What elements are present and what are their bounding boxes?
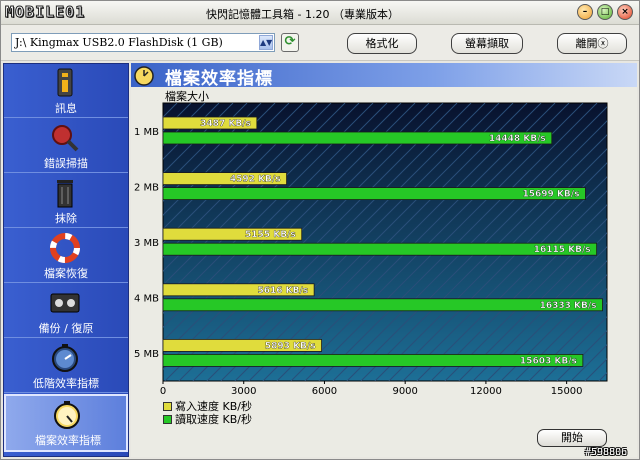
data-label: 16333 KB/s [540, 301, 597, 311]
lifebuoy-icon [50, 233, 80, 263]
panel-header: 檔案效率指標 [131, 63, 637, 89]
legend-item-write: 寫入速度 KB/秒 [163, 400, 252, 413]
page-title: 檔案效率指標 [165, 69, 273, 89]
x-tick-label: 6000 [312, 386, 337, 397]
title-bar[interactable]: MOBILE01 快閃記憶體工具箱 - 1.20 （專業版本） – □ × [1, 1, 639, 25]
data-label: 15699 KB/s [523, 190, 580, 200]
watermark: #598806 [585, 447, 628, 458]
sidebar-item-info[interactable]: 訊息 [4, 64, 128, 118]
legend-swatch-write [163, 402, 172, 411]
tape-icon [50, 293, 80, 313]
start-button[interactable]: 開始 [537, 429, 607, 447]
data-label: 3487 KB/s [200, 119, 251, 129]
legend-item-read: 讀取速度 KB/秒 [163, 413, 252, 426]
sidebar-item-backup-restore[interactable]: 備份 / 復原 [4, 284, 128, 338]
sidebar-item-error-scan[interactable]: 錯誤掃描 [4, 119, 128, 173]
category-label: 3 MB [134, 238, 159, 249]
category-label: 5 MB [134, 349, 159, 360]
sidebar-item-label: 檔案恢復 [44, 267, 88, 280]
legend-label-read: 讀取速度 KB/秒 [175, 413, 252, 426]
category-label: 1 MB [134, 127, 159, 138]
x-tick-label: 12000 [470, 386, 502, 397]
data-label: 4592 KB/s [230, 175, 281, 185]
drive-select[interactable]: J:\ Kingmax USB2.0 FlashDisk (1 GB) ▲▼ [11, 33, 275, 52]
data-label: 16115 KB/s [534, 245, 591, 255]
data-label: 14448 KB/s [489, 134, 546, 144]
chevron-down-icon[interactable]: ▲▼ [259, 35, 273, 50]
sidebar-item-file-recovery[interactable]: 檔案恢復 [4, 229, 128, 283]
x-tick-label: 15000 [551, 386, 583, 397]
stopwatch-icon [52, 344, 78, 372]
close-button[interactable]: × [617, 4, 633, 20]
read-speed-bar [162, 298, 603, 312]
sidebar-item-erase[interactable]: 抹除 [4, 174, 128, 228]
magnifier-icon [52, 125, 79, 152]
window-title: 快閃記憶體工具箱 - 1.20 （專業版本） [206, 8, 399, 21]
sidebar-item-label: 抹除 [55, 212, 77, 225]
x-tick-label: 9000 [392, 386, 417, 397]
chart-legend: 寫入速度 KB/秒 讀取速度 KB/秒 [163, 400, 252, 426]
sidebar-item-label: 備份 / 復原 [38, 322, 94, 335]
info-icon [57, 68, 73, 97]
read-speed-bar [162, 242, 598, 256]
sidebar-item-label: 訊息 [55, 102, 77, 115]
toolbar: J:\ Kingmax USB2.0 FlashDisk (1 GB) ▲▼ ⟳… [1, 25, 639, 61]
x-tick-label: 3000 [231, 386, 256, 397]
benchmark-chart: 1 MB 3487 KB/s 14448 KB/s 2 MB 4592 KB/s 1569… [134, 102, 608, 397]
sidebar-item-label: 低階效率指標 [33, 377, 99, 390]
maximize-button[interactable]: □ [597, 4, 613, 20]
screen-capture-button[interactable]: 螢幕擷取 [451, 33, 523, 54]
legend-label-write: 寫入速度 KB/秒 [175, 400, 252, 413]
mobile01-logo: MOBILE01 [4, 3, 86, 22]
refresh-button[interactable]: ⟳ [281, 33, 299, 52]
sidebar-item-low-level-benchmark[interactable]: 低階效率指標 [4, 339, 128, 393]
category-label: 4 MB [134, 294, 159, 305]
legend-swatch-read [163, 415, 172, 424]
main-panel: 檔案效率指標 檔案大小 1 MB 3487 KB/s 14448 KB/s 2 MB 4… [131, 63, 637, 457]
stopwatch-icon [54, 401, 80, 429]
trash-icon [57, 180, 73, 208]
refresh-icon: ⟳ [284, 34, 296, 49]
sidebar: 訊息 錯誤掃描 抹除 檔案恢復 備份 / 復原 低階效率指標 檔案效率指標 [3, 63, 129, 457]
data-label: 5893 KB/s [265, 341, 316, 351]
category-label: 2 MB [134, 182, 159, 193]
minimize-button[interactable]: – [577, 4, 593, 20]
sidebar-item-label: 錯誤掃描 [44, 157, 88, 170]
data-label: 5155 KB/s [245, 230, 296, 240]
drive-select-value: J:\ Kingmax USB2.0 FlashDisk (1 GB) [15, 36, 223, 49]
format-button[interactable]: 格式化 [347, 33, 417, 54]
exit-button[interactable]: 離開ⓧ [557, 33, 627, 54]
sidebar-item-label: 檔案效率指標 [35, 434, 101, 447]
x-tick-label: 0 [160, 386, 166, 397]
stopwatch-icon [134, 66, 154, 86]
app-window: MOBILE01 快閃記憶體工具箱 - 1.20 （專業版本） – □ × J:… [0, 0, 640, 460]
data-label: 5616 KB/s [257, 286, 308, 296]
sidebar-item-file-benchmark[interactable]: 檔案效率指標 [4, 394, 128, 452]
data-label: 15603 KB/s [520, 356, 577, 366]
